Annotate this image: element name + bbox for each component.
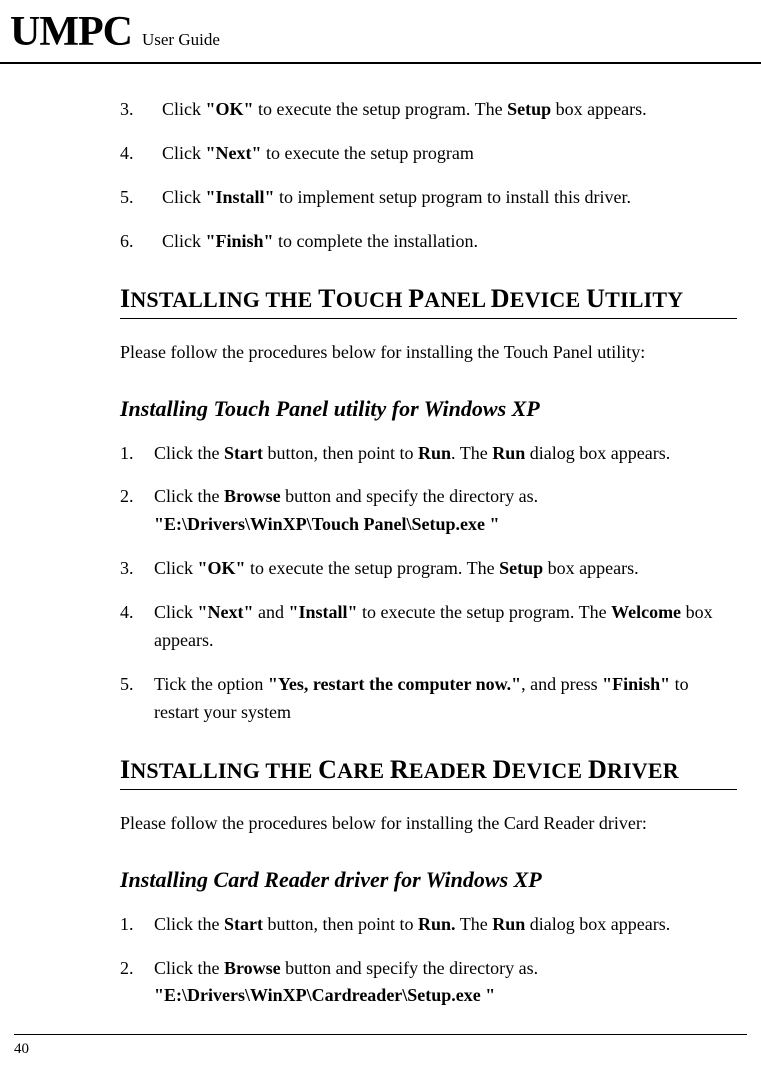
step-text: Click the Browse button and specify the …	[154, 483, 737, 539]
brand-subtitle: User Guide	[142, 30, 220, 49]
step-text: Click "OK" to execute the setup program.…	[162, 96, 737, 124]
step-item: 1. Click the Start button, then point to…	[120, 911, 737, 939]
card-reader-steps-list: 1. Click the Start button, then point to…	[120, 911, 737, 1011]
continuation-steps-list: 3. Click "OK" to execute the setup progr…	[120, 96, 737, 256]
section-intro: Please follow the procedures below for i…	[120, 339, 737, 366]
brand-title: UMPC	[10, 9, 132, 55]
step-text: Click "Install" to implement setup progr…	[162, 184, 737, 212]
step-number: 4.	[120, 599, 154, 655]
step-number: 3.	[120, 96, 162, 124]
step-text: Click "Next" and "Install" to execute th…	[154, 599, 737, 655]
step-item: 2. Click the Browse button and specify t…	[120, 483, 737, 539]
subsection-heading: Installing Card Reader driver for Window…	[120, 867, 737, 893]
step-text: Tick the option "Yes, restart the comput…	[154, 671, 737, 727]
section-heading-touch-panel: INSTALLING THE TOUCH PANEL DEVICE UTILIT…	[120, 284, 737, 319]
step-text: Click "Next" to execute the setup progra…	[162, 140, 737, 168]
step-item: 4. Click "Next" to execute the setup pro…	[120, 140, 737, 168]
step-item: 3. Click "OK" to execute the setup progr…	[120, 96, 737, 124]
step-item: 1. Click the Start button, then point to…	[120, 440, 737, 468]
step-number: 5.	[120, 671, 154, 727]
page-header: UMPC User Guide	[0, 0, 761, 64]
touch-panel-steps-list: 1. Click the Start button, then point to…	[120, 440, 737, 727]
step-number: 1.	[120, 911, 154, 939]
step-item: 4. Click "Next" and "Install" to execute…	[120, 599, 737, 655]
step-number: 2.	[120, 483, 154, 539]
step-item: 2. Click the Browse button and specify t…	[120, 955, 737, 1011]
subsection-heading: Installing Touch Panel utility for Windo…	[120, 396, 737, 422]
step-number: 4.	[120, 140, 162, 168]
step-item: 5. Tick the option "Yes, restart the com…	[120, 671, 737, 727]
step-item: 6. Click "Finish" to complete the instal…	[120, 228, 737, 256]
step-number: 1.	[120, 440, 154, 468]
step-text: Click "OK" to execute the setup program.…	[154, 555, 737, 583]
step-text: Click the Start button, then point to Ru…	[154, 440, 737, 468]
section-intro: Please follow the procedures below for i…	[120, 810, 737, 837]
step-text: Click "Finish" to complete the installat…	[162, 228, 737, 256]
step-number: 5.	[120, 184, 162, 212]
step-text: Click the Browse button and specify the …	[154, 955, 737, 1011]
step-item: 3. Click "OK" to execute the setup progr…	[120, 555, 737, 583]
step-number: 6.	[120, 228, 162, 256]
page-content: 3. Click "OK" to execute the setup progr…	[0, 96, 761, 1010]
step-item: 5. Click "Install" to implement setup pr…	[120, 184, 737, 212]
step-text: Click the Start button, then point to Ru…	[154, 911, 737, 939]
section-heading-card-reader: INSTALLING THE CARE READER DEVICE DRIVER	[120, 755, 737, 790]
step-number: 2.	[120, 955, 154, 1011]
page-footer: 40	[14, 1034, 747, 1058]
page-number: 40	[14, 1041, 29, 1057]
step-number: 3.	[120, 555, 154, 583]
